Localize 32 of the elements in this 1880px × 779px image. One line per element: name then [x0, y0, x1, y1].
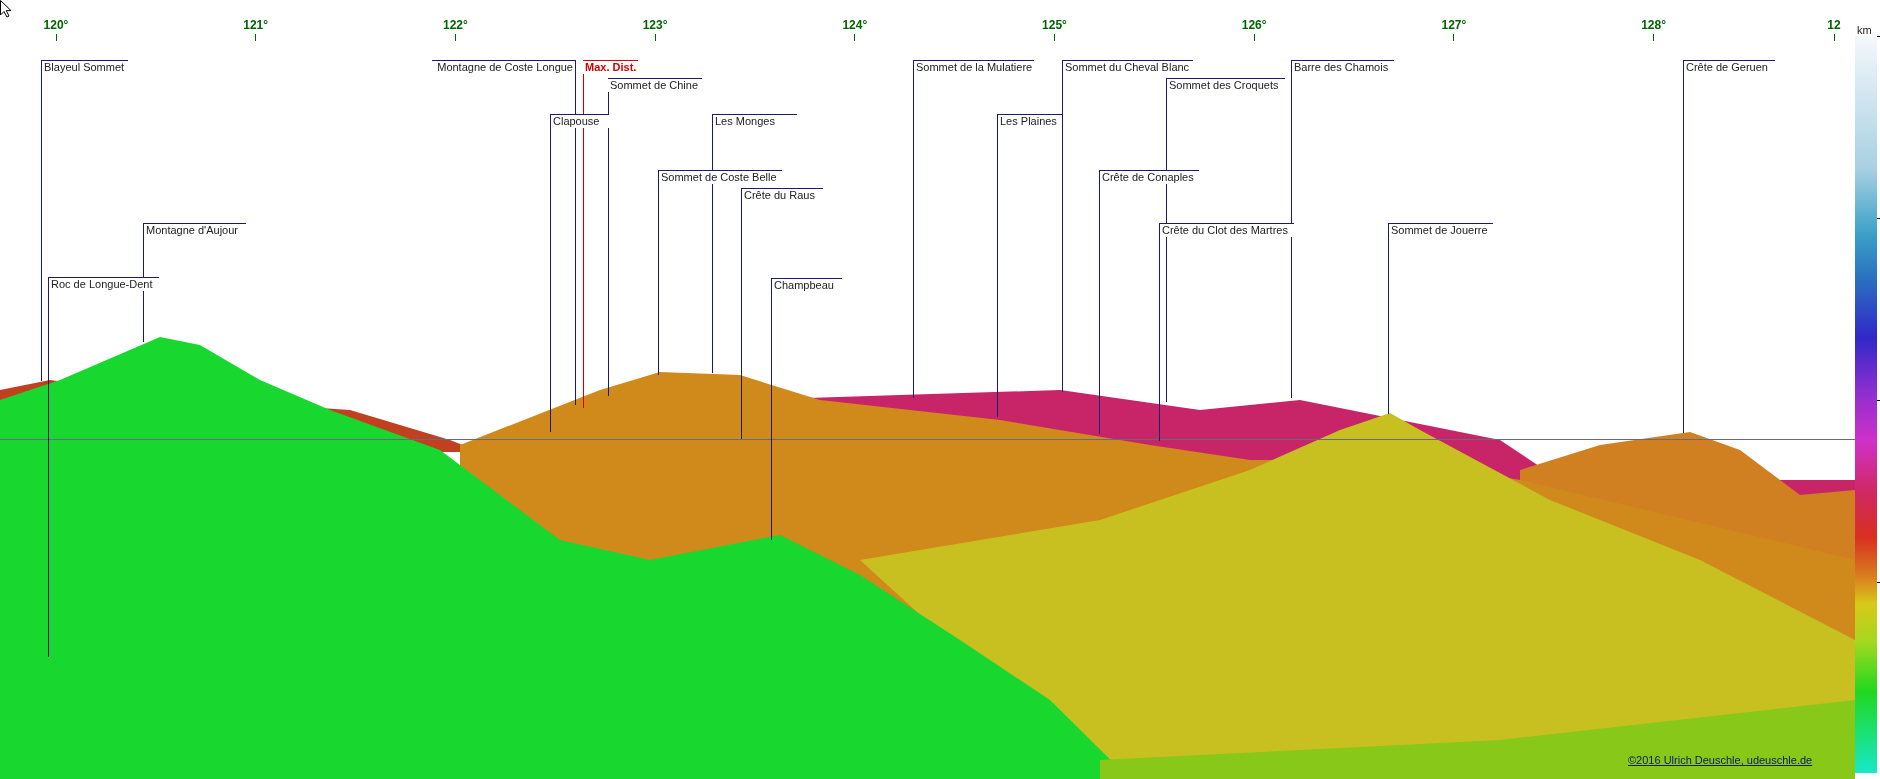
peak-label: Les Monges — [713, 114, 797, 128]
peak-label: Blayeul Sommet — [42, 60, 128, 74]
degree-label: 124° — [842, 18, 868, 32]
peak-label: Sommet des Croquets — [1167, 78, 1285, 92]
degree-label: 12 — [1827, 18, 1841, 32]
peak-label: Clapouse — [551, 114, 609, 128]
degree-label: 128° — [1641, 18, 1666, 32]
degree-label: 122° — [442, 18, 468, 32]
degree-label: 126° — [1241, 18, 1267, 32]
degree-label: 127° — [1441, 18, 1467, 32]
peak-label: Roc de Longue-Dent — [49, 277, 159, 291]
degree-label: 120° — [43, 18, 69, 32]
max-distance-label: Max. Dist. — [583, 60, 639, 74]
degree-label: 121° — [243, 18, 269, 32]
peak-label: Les Plaines — [998, 114, 1062, 128]
copyright-link[interactable]: ©2016 Ulrich Deuschle, udeuschle.de — [1628, 754, 1813, 766]
peak-label: Sommet de la Mulatiere — [914, 60, 1035, 74]
peak-label: Champbeau — [772, 278, 842, 292]
peak-label: Montagne de Coste Longue — [432, 60, 575, 74]
degree-label: 125° — [1042, 18, 1067, 32]
peak-label: Sommet du Cheval Blanc — [1063, 60, 1193, 74]
peak-label: Crête de Geruen — [1684, 60, 1775, 74]
peak-label: Barre des Chamois — [1292, 60, 1394, 74]
degree-label: 123° — [642, 18, 668, 32]
peak-label: Crête du Clot des Martres — [1160, 223, 1294, 237]
peak-label: Sommet de Chine — [608, 78, 702, 92]
peak-label: Sommet de Coste Belle — [659, 170, 782, 184]
peak-label: Crête du Raus — [742, 188, 823, 202]
unit-label: km — [1857, 24, 1872, 36]
peak-label: Sommet de Jouerre — [1389, 223, 1493, 237]
peak-label: Montagne d'Aujour — [144, 223, 246, 237]
peak-label: Crête de Conaples — [1100, 170, 1199, 184]
